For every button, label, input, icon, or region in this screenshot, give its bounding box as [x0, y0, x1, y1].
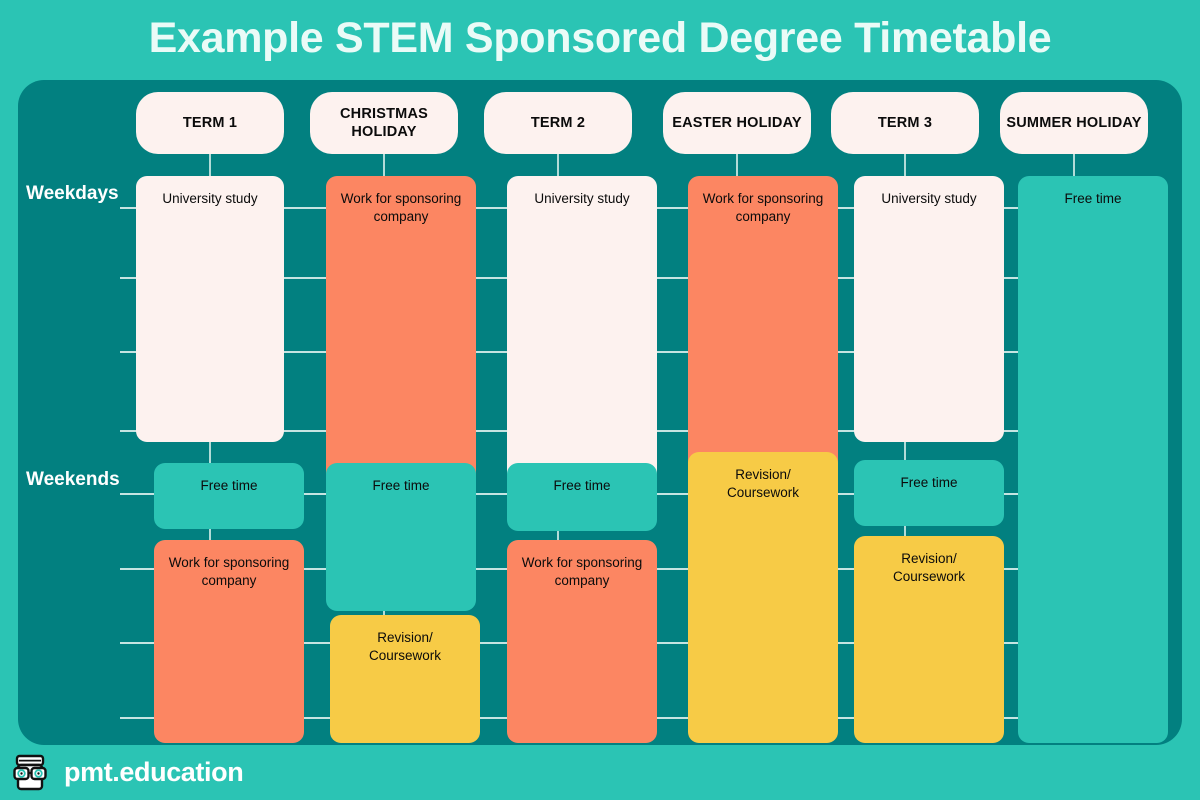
activity-label: Work for sponsoring company: [168, 555, 290, 588]
activity-block-term2-weekends-free[interactable]: Free time: [507, 463, 657, 531]
activity-block-easter-weekends-revision[interactable]: Revision/ Coursework: [688, 452, 838, 743]
page-title: Example STEM Sponsored Degree Timetable: [148, 14, 1052, 62]
activity-label-line-2: Coursework: [726, 484, 800, 500]
footer: pmt.education: [0, 745, 1200, 800]
activity-label: Work for sponsoring company: [702, 191, 824, 224]
row-label-weekdays: Weekdays: [26, 183, 119, 204]
pmt-book-glasses-logo-icon: [10, 752, 52, 794]
activity-label: Free time: [200, 478, 258, 493]
activity-label: Free time: [553, 478, 611, 493]
column-header-term-3[interactable]: TERM 3: [831, 92, 979, 154]
activity-block-christmas-weekends-free[interactable]: Free time: [326, 463, 476, 611]
timetable-panel: Weekdays Weekends TERM 1 CHRISTMAS HOLID…: [18, 80, 1182, 745]
activity-label-line-1: Revision/: [901, 551, 957, 566]
column-header-christmas-holiday[interactable]: CHRISTMAS HOLIDAY: [310, 92, 458, 154]
activity-block-term3-weekends-free[interactable]: Free time: [854, 460, 1004, 526]
connector-stem: [1073, 154, 1075, 176]
activity-label-line-2: Coursework: [892, 568, 966, 584]
column-header-term-1[interactable]: TERM 1: [136, 92, 284, 154]
activity-label-line-1: Revision/: [377, 630, 433, 645]
activity-label: Work for sponsoring company: [340, 191, 462, 224]
activity-label: Work for sponsoring company: [521, 555, 643, 588]
connector-stem: [209, 154, 211, 176]
connector-stem: [736, 154, 738, 176]
activity-block-term1-weekdays[interactable]: University study: [136, 176, 284, 442]
column-header-easter-holiday[interactable]: EASTER HOLIDAY: [663, 92, 811, 154]
activity-label: Free time: [372, 478, 430, 493]
activity-label-line-1: Revision/: [735, 467, 791, 482]
connector-stem: [383, 154, 385, 176]
activity-label: University study: [162, 191, 258, 206]
column-header-summer-holiday[interactable]: SUMMER HOLIDAY: [1000, 92, 1148, 154]
activity-block-term3-weekdays[interactable]: University study: [854, 176, 1004, 442]
activity-block-term3-weekends-revision[interactable]: Revision/ Coursework: [854, 536, 1004, 743]
activity-block-summer-weekdays[interactable]: Free time: [1018, 176, 1168, 743]
row-label-weekends: Weekends: [26, 469, 120, 490]
connector-stem: [904, 154, 906, 176]
activity-block-term1-weekends-free[interactable]: Free time: [154, 463, 304, 529]
activity-block-christmas-weekends-revision[interactable]: Revision/ Coursework: [330, 615, 480, 743]
activity-label: Free time: [1064, 191, 1122, 206]
activity-label: University study: [534, 191, 630, 206]
activity-block-term2-weekends-work[interactable]: Work for sponsoring company: [507, 540, 657, 743]
connector-stem: [209, 441, 211, 463]
activity-label: University study: [881, 191, 977, 206]
activity-label-line-2: Coursework: [368, 647, 442, 663]
activity-block-term1-weekends-work[interactable]: Work for sponsoring company: [154, 540, 304, 743]
column-header-term-2[interactable]: TERM 2: [484, 92, 632, 154]
connector-stem: [557, 154, 559, 176]
activity-label: Free time: [900, 475, 958, 490]
footer-brand-text: pmt.education: [64, 757, 244, 787]
